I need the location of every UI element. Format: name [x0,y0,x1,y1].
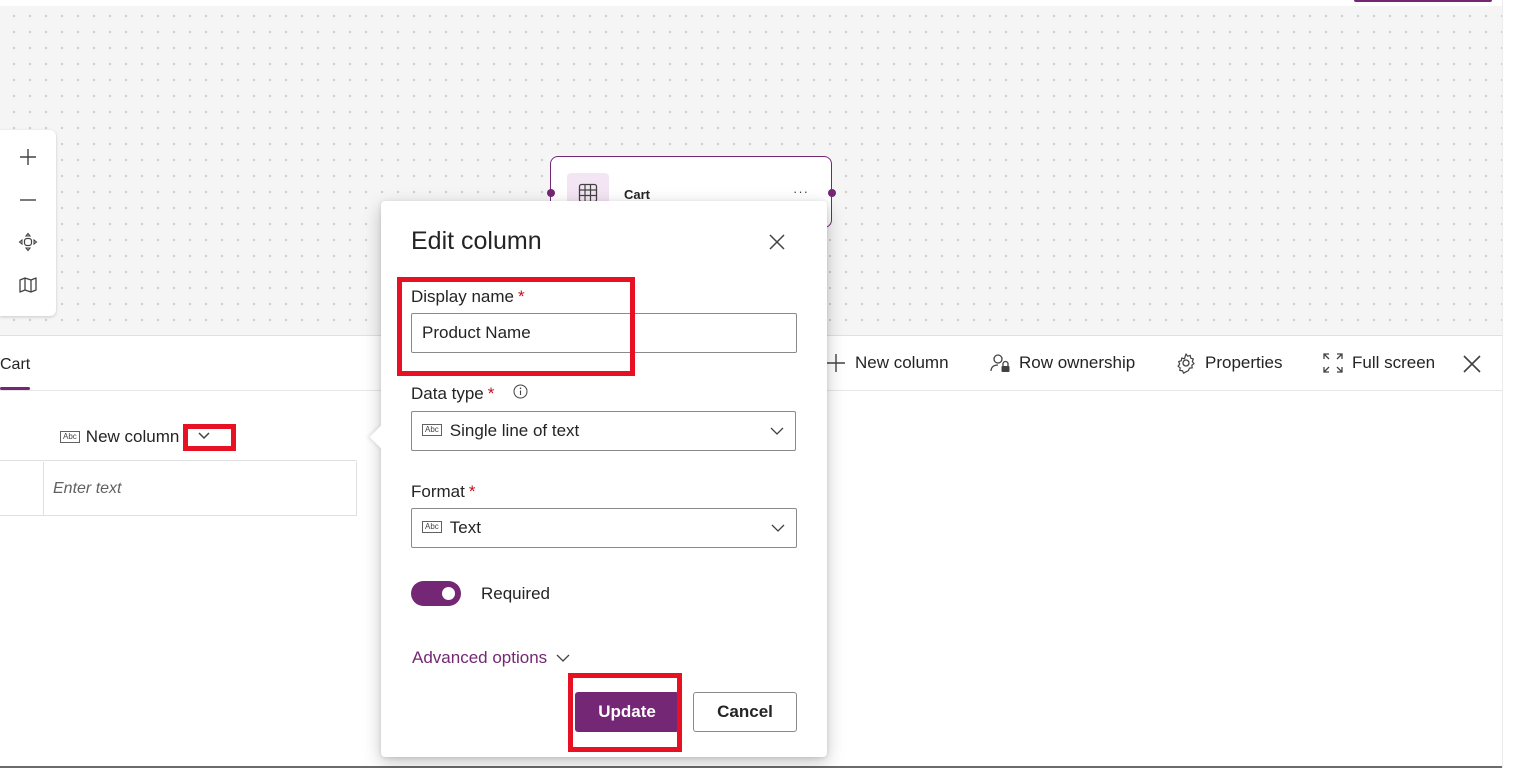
edit-column-dialog: Edit column Display name * Product Name D… [369,201,827,757]
chevron-down-icon [770,427,784,435]
grid-header: Abc New column [0,411,357,461]
close-icon[interactable] [1460,352,1484,376]
properties-button[interactable]: Properties [1175,352,1282,374]
data-type-label-text: Data type [411,384,484,403]
zoom-controls [0,130,56,316]
highlight-box-update [568,673,682,752]
column-header-new-column[interactable]: Abc New column [60,427,179,447]
new-column-label: New column [855,353,949,372]
advanced-options-link[interactable]: Advanced options [412,648,571,668]
new-column-button[interactable]: New column [825,352,949,374]
cell-placeholder[interactable]: Enter text [53,480,121,498]
advanced-options-label: Advanced options [412,648,548,667]
text-type-icon: Abc [422,520,442,533]
format-dropdown[interactable]: Abc Text [411,508,797,548]
format-label: Format * [411,482,475,502]
zoom-out-button[interactable] [10,182,46,218]
vertical-scrollbar[interactable] [1502,0,1516,768]
data-type-value: Single line of text [449,421,580,440]
format-label-text: Format [411,482,465,501]
info-icon[interactable] [513,384,528,399]
more-options-icon[interactable]: ··· [793,184,809,199]
tab-selected-indicator [0,387,30,390]
column-header-label: New column [85,427,180,446]
plus-icon [827,354,845,372]
fit-view-button[interactable] [10,224,46,260]
row-ownership-button[interactable]: Row ownership [989,352,1135,374]
chevron-down-icon [556,654,570,662]
top-button-edge[interactable] [1354,0,1492,2]
format-value: Text [449,518,481,537]
chevron-down-icon [771,524,785,532]
close-icon[interactable] [767,232,787,252]
properties-label: Properties [1205,353,1283,372]
data-type-dropdown[interactable]: Abc Single line of text [411,411,796,451]
minimap-button[interactable] [10,267,46,303]
cancel-button[interactable]: Cancel [693,692,797,732]
connector-dot-left[interactable] [547,189,555,197]
table-card-name: Cart [624,187,651,202]
dialog-title: Edit column [411,227,542,255]
connector-dot-right[interactable] [828,189,836,197]
fit-view-icon [18,232,38,252]
required-marker: * [468,482,476,501]
zoom-in-button[interactable] [10,139,46,175]
canvas-top-edge [0,0,1502,6]
required-marker: * [487,384,495,403]
highlight-box-column-menu [183,424,236,451]
table-row: Enter text [0,462,357,516]
tab-cart[interactable]: Cart [0,356,30,374]
required-toggle-label: Required [481,584,550,603]
person-lock-icon [990,354,1010,372]
minus-icon [20,199,36,201]
row-ownership-label: Row ownership [1019,353,1136,372]
required-toggle[interactable] [411,581,461,606]
expand-icon [1323,353,1343,373]
map-icon [19,277,37,293]
text-type-icon: Abc [422,423,442,436]
highlight-box-display-name [397,277,635,376]
gear-icon [1177,353,1195,374]
plus-icon [20,149,36,165]
text-type-icon: Abc [60,431,80,443]
data-type-label: Data type * [411,384,494,404]
row-separator [43,462,44,516]
full-screen-button[interactable]: Full screen [1322,352,1435,374]
full-screen-label: Full screen [1352,353,1436,372]
